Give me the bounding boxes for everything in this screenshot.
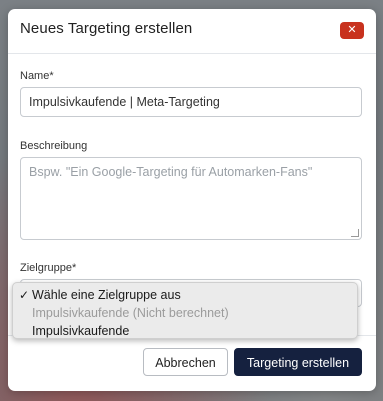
option-label: Impulsivkaufende (Nicht berechnet) [32,306,229,320]
description-placeholder: Bspw. "Ein Google-Targeting für Automark… [29,165,313,179]
dialog-header: Neues Targeting erstellen ✕ [8,9,376,54]
name-input[interactable]: Impulsivkaufende | Meta-Targeting [20,87,362,117]
option-label: Wähle eine Zielgruppe aus [32,288,181,302]
close-icon: ✕ [347,24,357,36]
description-label: Beschreibung [20,140,88,152]
option-label: Impulsivkaufende [32,324,130,338]
cancel-button[interactable]: Abbrechen [143,348,228,376]
dropdown-option[interactable]: ✓ Wähle eine Zielgruppe aus [13,286,357,304]
checkmark-icon: ✓ [19,288,30,302]
dropdown-option-disabled: Impulsivkaufende (Nicht berechnet) [13,304,357,322]
audience-label: Zielgruppe* [20,262,77,274]
description-textarea[interactable]: Bspw. "Ein Google-Targeting für Automark… [20,157,362,240]
resize-handle-icon[interactable] [351,229,359,237]
create-targeting-button[interactable]: Targeting erstellen [234,348,362,376]
audience-dropdown-menu: ✓ Wähle eine Zielgruppe aus Impulsivkauf… [12,282,358,339]
name-label: Name* [20,70,54,82]
close-button[interactable]: ✕ [340,22,364,39]
dialog-title: Neues Targeting erstellen [20,20,193,37]
dropdown-option[interactable]: Impulsivkaufende [13,322,357,340]
